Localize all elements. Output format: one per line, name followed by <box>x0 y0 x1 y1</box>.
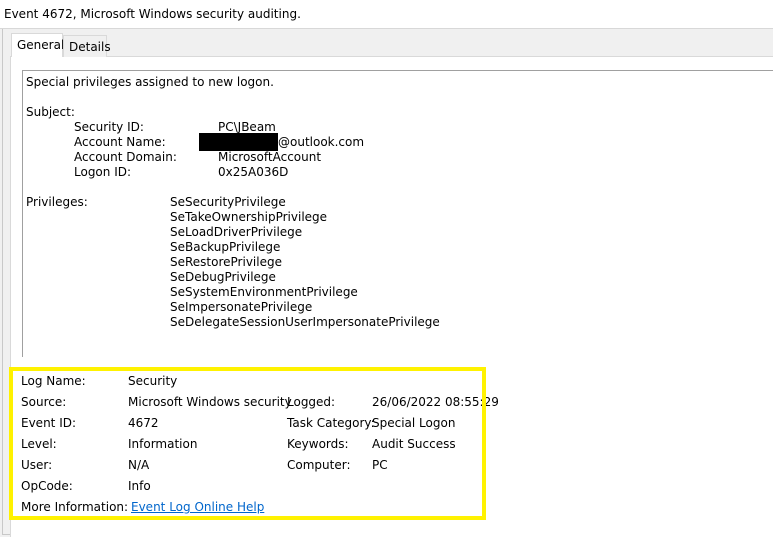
privilege-item: SeRestorePrivilege <box>170 255 282 269</box>
account-domain-value: MicrosoftAccount <box>218 150 322 164</box>
privilege-item: SeLoadDriverPrivilege <box>170 225 303 239</box>
subject-label: Account Name: <box>74 135 166 149</box>
event-description-intro: Special privileges assigned to new logon… <box>26 75 274 89</box>
privilege-item: SeSystemEnvironmentPrivilege <box>170 285 358 299</box>
redacted-account-name <box>199 133 278 151</box>
tab-details[interactable]: Details <box>63 35 111 57</box>
privileges-heading: Privileges: <box>26 195 88 209</box>
privilege-item: SeImpersonatePrivilege <box>170 300 313 314</box>
privilege-item: SeBackupPrivilege <box>170 240 281 254</box>
subject-label: Logon ID: <box>74 165 132 179</box>
subject-label: Security ID: <box>74 120 144 134</box>
subject-label: Account Domain: <box>74 150 177 164</box>
privilege-item: SeSecurityPrivilege <box>170 195 286 209</box>
privilege-item: SeDebugPrivilege <box>170 270 276 284</box>
tab-general[interactable]: General <box>11 33 65 57</box>
logon-id-value: 0x25A036D <box>218 165 289 179</box>
tab-details-label: Details <box>69 40 111 54</box>
privilege-item: SeDelegateSessionUserImpersonatePrivileg… <box>170 315 440 329</box>
tab-general-label: General <box>17 38 65 52</box>
event-description-box[interactable] <box>22 70 773 357</box>
highlight-box <box>9 367 486 520</box>
window-title: Event 4672, Microsoft Windows security a… <box>4 7 301 21</box>
subject-heading: Subject: <box>26 105 75 119</box>
window-title-bar: Event 4672, Microsoft Windows security a… <box>0 0 773 29</box>
privilege-item: SeTakeOwnershipPrivilege <box>170 210 328 224</box>
account-name-value: @outlook.com <box>278 135 365 149</box>
